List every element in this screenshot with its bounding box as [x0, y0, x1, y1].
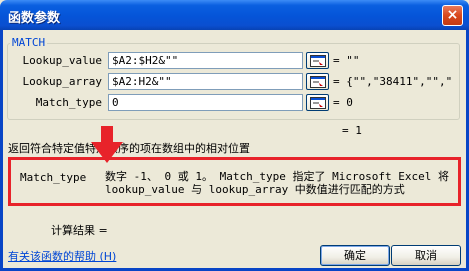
- close-icon: ×: [446, 7, 459, 23]
- lookup-array-input[interactable]: $A2:H2&"": [108, 73, 303, 90]
- match-type-label: Match_type: [35, 96, 102, 109]
- function-help-link[interactable]: 有关该函数的帮助 (H): [8, 248, 116, 264]
- lookup-value-result: = "": [333, 54, 360, 67]
- function-description: 返回符合特定值特定顺序的项在数组中的相对位置: [8, 142, 250, 155]
- title-bar[interactable]: 函数参数 ×: [0, 0, 469, 30]
- close-button[interactable]: ×: [442, 5, 463, 26]
- function-name-label: MATCH: [10, 36, 48, 49]
- lookup-value-label: Lookup_value: [22, 54, 102, 67]
- param-help-description: 数字 -1、 0 或 1。 Match_type 指定了 Microsoft E…: [105, 170, 455, 196]
- red-down-arrow-icon: [91, 126, 123, 163]
- param-help-name: Match_type: [20, 171, 87, 184]
- param-help-line-1: 数字 -1、 0 或 1。 Match_type 指定了 Microsoft E…: [105, 170, 450, 183]
- match-type-ref-button[interactable]: [306, 94, 329, 111]
- lookup-value-input[interactable]: $A2:$H2&"": [108, 52, 303, 69]
- lookup-value-ref-button[interactable]: [306, 52, 329, 69]
- lookup-array-ref-button[interactable]: [306, 73, 329, 90]
- match-type-input[interactable]: 0: [108, 94, 303, 111]
- match-type-result: = 0: [333, 96, 353, 109]
- calc-result-label: 计算结果 =: [51, 224, 108, 237]
- formula-result: = 1: [342, 124, 362, 137]
- collapse-dialog-icon: [310, 55, 326, 67]
- window-frame-left: [0, 30, 3, 271]
- collapse-dialog-icon: [310, 97, 326, 109]
- param-help-line-2: lookup_value 与 lookup_array 中数值进行匹配的方式: [105, 183, 405, 196]
- lookup-array-label: Lookup_array: [22, 75, 102, 88]
- lookup-array-result: = {"","38411","",": [333, 75, 453, 88]
- collapse-dialog-icon: [310, 76, 326, 88]
- ok-button[interactable]: 确定: [320, 245, 390, 266]
- window-title: 函数参数: [8, 11, 61, 26]
- cancel-button[interactable]: 取消: [391, 245, 461, 266]
